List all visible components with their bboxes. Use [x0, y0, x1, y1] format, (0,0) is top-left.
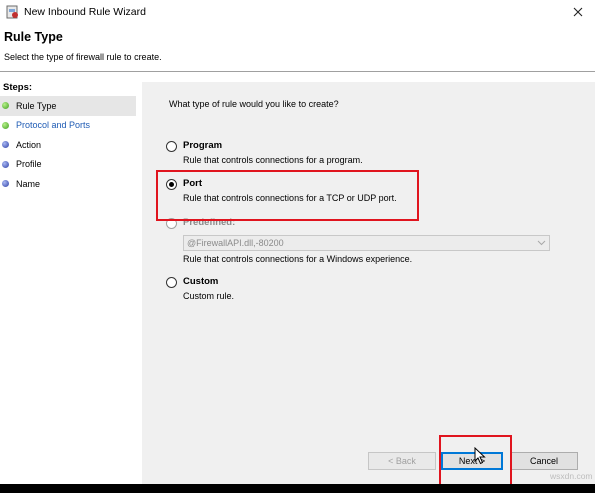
program-label[interactable]: Program: [183, 140, 222, 151]
title-bar[interactable]: New Inbound Rule Wizard: [0, 0, 595, 26]
steps-list: Rule Type Protocol and Ports Action Prof…: [0, 96, 136, 194]
step-complete-icon: [2, 121, 9, 129]
step-pending-icon: [2, 141, 9, 148]
step-label: Action: [16, 139, 42, 150]
window-title: New Inbound Rule Wizard: [24, 6, 146, 18]
cancel-button[interactable]: Cancel: [510, 452, 578, 470]
custom-description: Custom rule.: [183, 291, 235, 301]
port-option-highlight: [156, 170, 419, 221]
predefined-select[interactable]: @FirewallAPI.dll,-80200: [183, 235, 550, 251]
step-action[interactable]: Action: [0, 135, 136, 155]
steps-heading: Steps:: [3, 82, 33, 93]
close-icon: [573, 7, 583, 17]
program-description: Rule that controls connections for a pro…: [183, 155, 363, 165]
step-rule-type[interactable]: Rule Type: [0, 96, 136, 116]
program-radio[interactable]: [166, 141, 177, 152]
step-complete-icon: [2, 102, 9, 109]
watermark: wsxdn.com: [550, 471, 593, 481]
wizard-window: New Inbound Rule Wizard Rule Type Select…: [0, 0, 595, 484]
rule-type-panel: What type of rule would you like to crea…: [142, 82, 595, 484]
predefined-description: Rule that controls connections for a Win…: [183, 254, 413, 264]
step-label: Rule Type: [16, 100, 57, 111]
firewall-wizard-icon: [6, 5, 18, 19]
close-button[interactable]: [561, 0, 595, 24]
custom-label[interactable]: Custom: [183, 276, 218, 287]
step-protocol-and-ports[interactable]: Protocol and Ports: [0, 116, 136, 136]
mouse-cursor-icon: [474, 447, 486, 465]
page-subtitle: Select the type of firewall rule to crea…: [4, 52, 162, 62]
header-divider: [0, 71, 595, 72]
step-pending-icon: [2, 160, 9, 168]
step-label: Name: [16, 178, 41, 189]
chevron-down-icon: [537, 240, 546, 246]
step-label: Protocol and Ports: [16, 120, 91, 131]
step-profile[interactable]: Profile: [0, 155, 136, 175]
predefined-select-value: @FirewallAPI.dll,-80200: [187, 238, 284, 248]
custom-radio[interactable]: [166, 277, 177, 288]
rule-type-question: What type of rule would you like to crea…: [169, 99, 339, 109]
step-name[interactable]: Name: [0, 174, 136, 194]
page-title: Rule Type: [4, 30, 63, 44]
step-label: Profile: [16, 159, 42, 170]
back-button[interactable]: < Back: [368, 452, 436, 470]
step-pending-icon: [2, 180, 9, 187]
